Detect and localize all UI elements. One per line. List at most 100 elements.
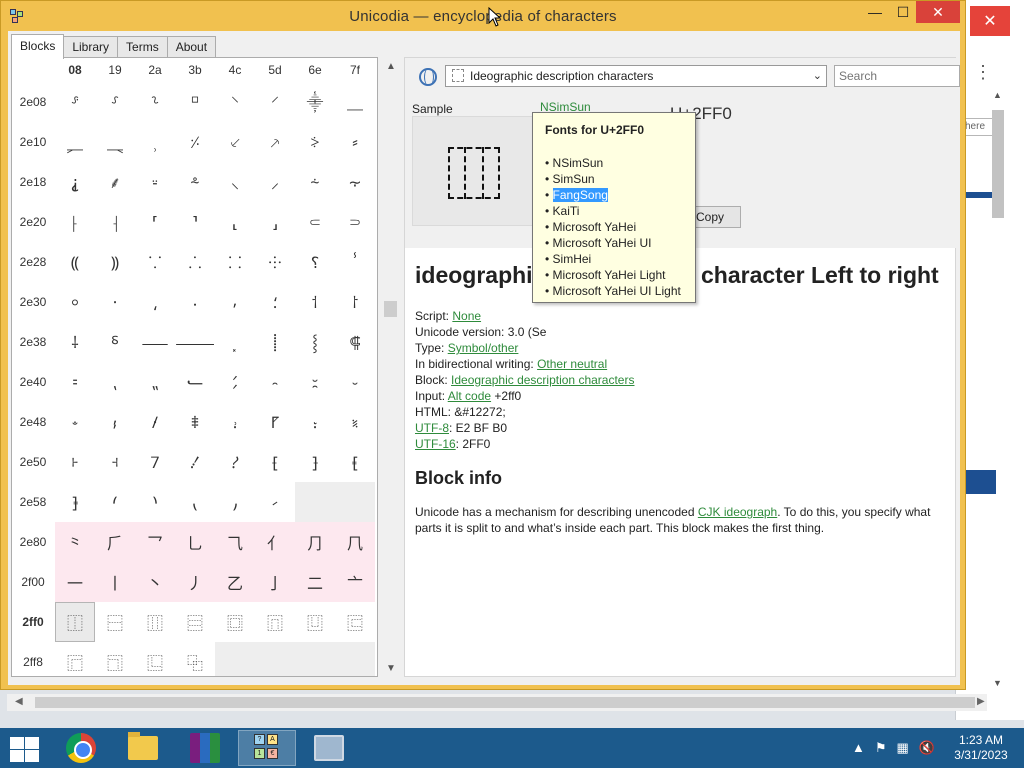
character-cell[interactable]: ⸝ <box>255 162 295 202</box>
unicodia-taskbar-button[interactable]: ? A 1 € <box>238 730 296 766</box>
character-cell[interactable]: ⸞ <box>295 162 335 202</box>
character-cell[interactable]: ⸉ <box>95 82 135 122</box>
character-cell[interactable]: ⸤ <box>215 202 255 242</box>
character-cell[interactable]: ⸋ <box>175 82 215 122</box>
character-cell[interactable]: ⸥ <box>255 202 295 242</box>
network-icon[interactable]: ▦ <box>897 740 909 756</box>
character-cell[interactable]: ⺃ <box>175 522 215 562</box>
character-cell[interactable]: ⸢ <box>135 202 175 242</box>
character-cell[interactable]: ⸜ <box>215 162 255 202</box>
scroll-up-icon[interactable]: ▲ <box>386 61 396 72</box>
character-cell[interactable]: ⸡ <box>95 202 135 242</box>
character-cell[interactable]: ⹙ <box>95 482 135 522</box>
character-cell[interactable]: ⼄ <box>215 562 255 602</box>
scroll-right-icon[interactable]: ▶ <box>977 696 985 707</box>
character-cell[interactable]: ⹁ <box>95 362 135 402</box>
character-cell[interactable]: ⸲ <box>135 282 175 322</box>
winrar-taskbar-button[interactable] <box>176 730 234 766</box>
character-cell[interactable]: ⸭ <box>255 242 295 282</box>
character-cell[interactable]: ⹏ <box>335 402 375 442</box>
character-cell[interactable]: ⿵ <box>255 602 295 642</box>
character-cell[interactable]: ⼃ <box>175 562 215 602</box>
file-explorer-taskbar-button[interactable] <box>114 730 172 766</box>
character-cell[interactable]: ⸮ <box>295 242 335 282</box>
character-cell[interactable]: ⸵ <box>255 282 295 322</box>
start-button[interactable] <box>8 735 40 763</box>
character-cell[interactable]: ⺅ <box>255 522 295 562</box>
character-cell[interactable]: ⸚ <box>135 162 175 202</box>
monitor-taskbar-button[interactable] <box>300 730 358 766</box>
character-cell[interactable]: ⸹ <box>95 322 135 362</box>
character-cell[interactable]: ⺀ <box>55 522 95 562</box>
character-cell[interactable]: ⸠ <box>55 202 95 242</box>
minimize-button[interactable]: — <box>861 1 889 23</box>
scrollbar-thumb[interactable] <box>384 301 397 317</box>
character-cell[interactable]: ⹌ <box>215 402 255 442</box>
character-cell[interactable]: ⿹ <box>95 642 135 676</box>
cjk-ideograph-link[interactable]: CJK ideograph <box>698 505 777 519</box>
block-link[interactable]: Ideographic description characters <box>451 373 634 387</box>
character-cell[interactable]: ⺇ <box>335 522 375 562</box>
chrome-taskbar-button[interactable] <box>52 730 110 766</box>
character-cell[interactable]: ⿶ <box>295 602 335 642</box>
character-cell[interactable]: ⸏ <box>335 82 375 122</box>
character-cell[interactable]: ⸟ <box>335 162 375 202</box>
utf16-link[interactable]: UTF-16 <box>415 437 456 451</box>
character-cell[interactable]: ⺁ <box>95 522 135 562</box>
search-input[interactable] <box>834 65 960 87</box>
character-cell[interactable]: ⸌ <box>215 82 255 122</box>
character-cell[interactable]: ⿺ <box>135 642 175 676</box>
clock[interactable]: 1:23 AM 3/31/2023 <box>950 733 1012 763</box>
character-cell[interactable]: ⹖ <box>295 442 335 482</box>
character-cell[interactable]: ⼀ <box>55 562 95 602</box>
character-cell[interactable]: ⹜ <box>215 482 255 522</box>
character-cell[interactable]: ⿱ <box>95 602 135 642</box>
scrollbar-thumb[interactable] <box>35 697 975 708</box>
character-cell[interactable]: ⸸ <box>55 322 95 362</box>
globe-icon[interactable] <box>419 68 437 86</box>
character-cell[interactable]: ⸛ <box>175 162 215 202</box>
character-cell[interactable]: ⼇ <box>335 562 375 602</box>
tab-library[interactable]: Library <box>63 36 119 58</box>
character-cell[interactable]: ⺆ <box>295 522 335 562</box>
character-cell[interactable]: ⸻ <box>175 322 215 362</box>
character-cell[interactable]: ⸫ <box>175 242 215 282</box>
character-cell[interactable]: ⿷ <box>335 602 375 642</box>
character-cell[interactable]: ⿰ <box>55 602 95 642</box>
character-cell[interactable]: ⸯ <box>335 242 375 282</box>
character-cell[interactable]: ⸕ <box>255 122 295 162</box>
character-cell[interactable]: ⼁ <box>95 562 135 602</box>
character-cell[interactable]: ⹓ <box>175 442 215 482</box>
scroll-up-icon[interactable]: ▲ <box>993 90 1002 100</box>
character-cell[interactable]: ⹅ <box>255 362 295 402</box>
character-cell[interactable]: ⹉ <box>95 402 135 442</box>
background-scrollbar[interactable]: ▲ ▼ <box>991 90 1005 690</box>
character-cell[interactable]: ⸒ <box>135 122 175 162</box>
flag-icon[interactable]: ⚑ <box>875 740 887 756</box>
maximize-button[interactable]: ☐ <box>889 1 917 23</box>
character-cell[interactable]: ⹎ <box>295 402 335 442</box>
character-cell[interactable]: ⸪ <box>135 242 175 282</box>
character-cell[interactable]: ⸐ <box>55 122 95 162</box>
character-cell[interactable]: ⹋ <box>175 402 215 442</box>
character-cell[interactable]: ⹊ <box>135 402 175 442</box>
character-cell[interactable]: ⹆ <box>295 362 335 402</box>
character-cell[interactable]: ⸖ <box>295 122 335 162</box>
character-cell[interactable]: ⸨ <box>55 242 95 282</box>
character-cell[interactable]: ⸎ <box>295 82 335 122</box>
character-cell[interactable]: ⸗ <box>335 122 375 162</box>
scroll-down-icon[interactable]: ▼ <box>993 678 1002 688</box>
tab-terms[interactable]: Terms <box>117 36 168 58</box>
character-cell[interactable]: ⹑ <box>95 442 135 482</box>
character-cell[interactable]: ⹒ <box>135 442 175 482</box>
character-cell[interactable]: ⸽ <box>255 322 295 362</box>
alt-code-link[interactable]: Alt code <box>448 389 491 403</box>
character-cell[interactable]: ⸾ <box>295 322 335 362</box>
character-cell[interactable]: ⿳ <box>175 602 215 642</box>
character-cell[interactable]: ⺄ <box>215 522 255 562</box>
tab-blocks[interactable]: Blocks <box>11 34 65 59</box>
character-cell[interactable]: ⹈ <box>55 402 95 442</box>
character-cell[interactable]: ⸺ <box>135 322 175 362</box>
character-cell[interactable]: ⹄ <box>215 362 255 402</box>
scroll-left-icon[interactable]: ◀ <box>15 696 23 707</box>
